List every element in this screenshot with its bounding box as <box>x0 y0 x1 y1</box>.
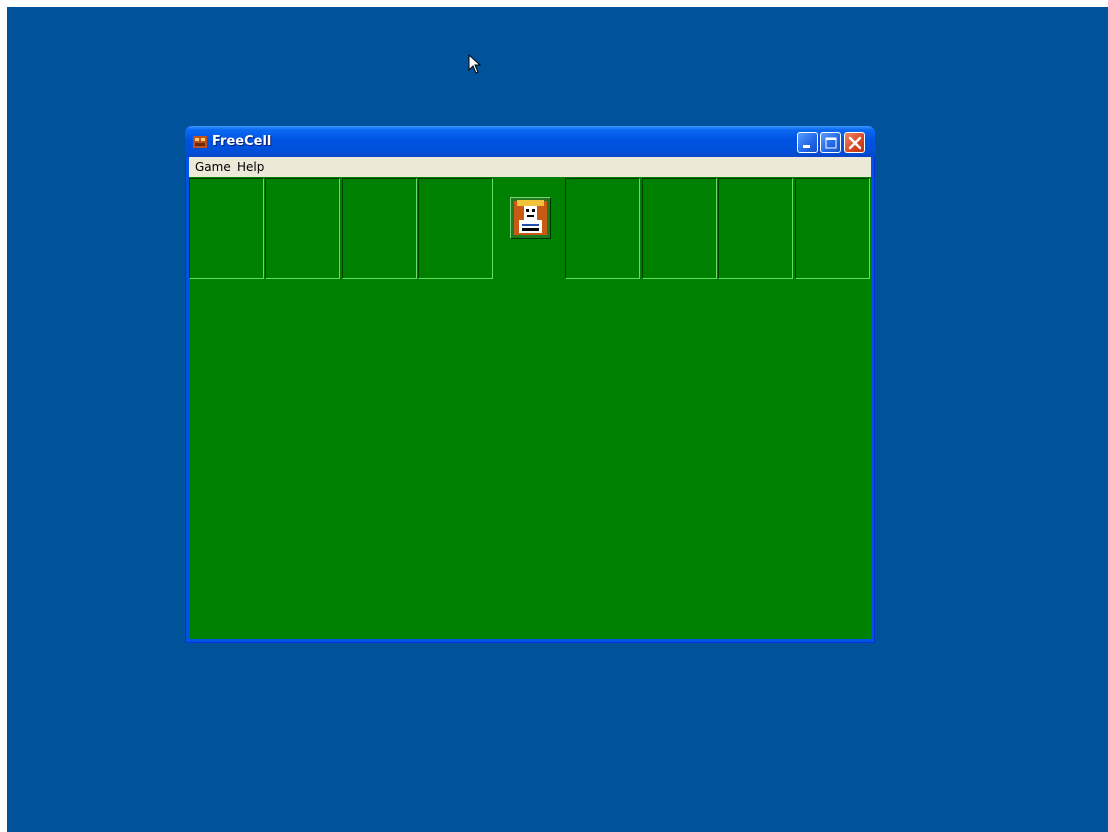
close-button[interactable] <box>844 132 865 153</box>
title-bar[interactable]: FreeCell <box>185 126 875 157</box>
home-cell-1[interactable] <box>565 178 640 279</box>
game-board[interactable] <box>189 177 871 639</box>
menu-help[interactable]: Help <box>237 160 264 174</box>
home-cell-3[interactable] <box>718 178 793 279</box>
free-cell-2[interactable] <box>265 178 340 279</box>
free-cell-1[interactable] <box>189 178 264 279</box>
freecell-window: FreeCell Game Help <box>185 126 875 643</box>
menu-bar: Game Help <box>189 157 871 177</box>
menu-game[interactable]: Game <box>195 160 231 174</box>
minimize-icon <box>803 145 810 148</box>
minimize-button[interactable] <box>797 132 818 153</box>
king-face-icon <box>514 200 547 235</box>
king-indicator <box>510 197 551 239</box>
free-cell-3[interactable] <box>342 178 417 279</box>
maximize-icon <box>825 137 837 149</box>
close-icon <box>848 136 862 150</box>
home-cell-4[interactable] <box>795 178 870 279</box>
home-cell-2[interactable] <box>642 178 717 279</box>
maximize-button[interactable] <box>820 132 841 153</box>
mouse-pointer-icon <box>468 54 482 74</box>
freecell-app-icon <box>193 136 207 148</box>
window-title: FreeCell <box>212 134 272 149</box>
free-cell-4[interactable] <box>418 178 493 279</box>
